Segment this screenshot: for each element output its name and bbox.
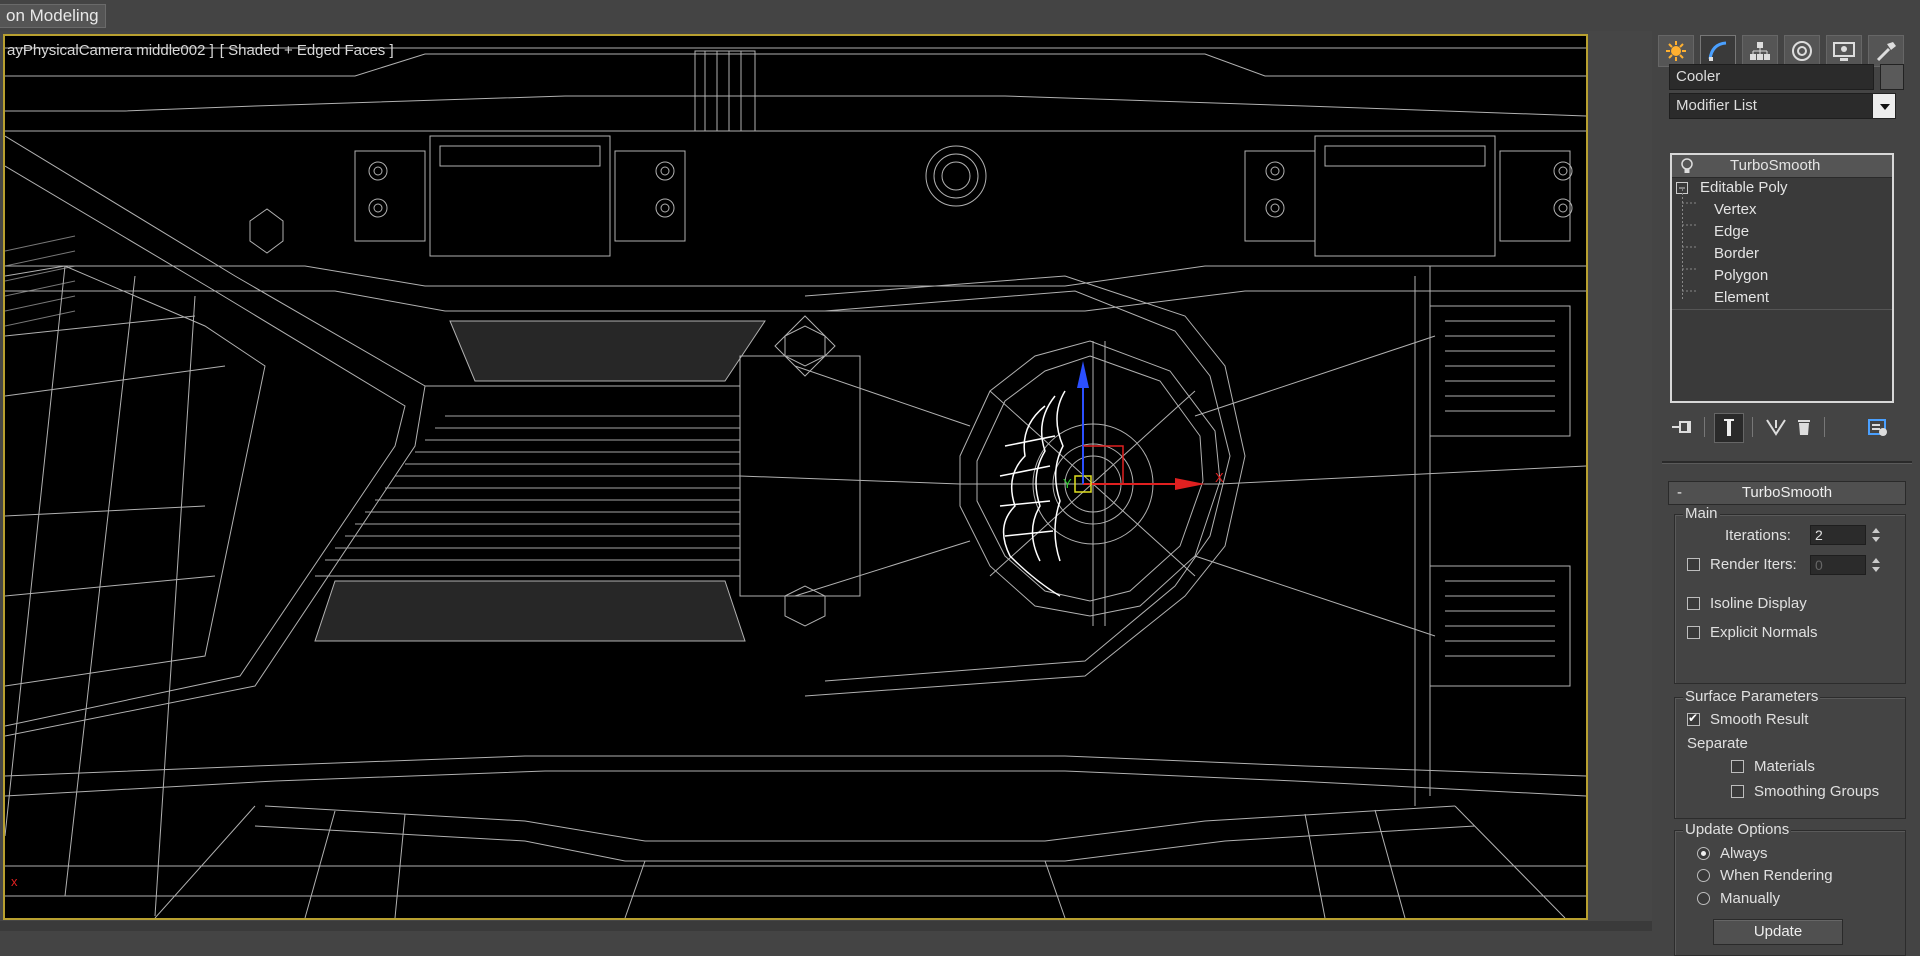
stack-item-vertex[interactable]: Vertex (1672, 199, 1892, 221)
stack-item-editable-poly[interactable]: Editable Poly (1672, 177, 1892, 199)
make-unique-button[interactable] (1762, 413, 1790, 441)
motion-icon (1792, 41, 1812, 61)
ribbon-tab-modeling[interactable]: on Modeling (0, 4, 106, 28)
lightbulb-icon[interactable] (1680, 158, 1694, 174)
tab-modify[interactable] (1700, 35, 1736, 67)
render-iters-spinner[interactable] (1869, 555, 1883, 575)
explicit-normals-checkbox[interactable] (1687, 626, 1700, 639)
remove-modifier-button[interactable] (1790, 413, 1818, 441)
pin-stack-button[interactable] (1668, 413, 1696, 441)
stack-item-edge[interactable]: Edge (1672, 221, 1892, 243)
modifier-stack: TurboSmooth Editable Poly Vertex Edge Bo… (1670, 153, 1894, 403)
gizmo-x-label: X (1215, 470, 1224, 485)
stack-item-label: Vertex (1714, 201, 1757, 218)
configure-modifier-sets-button[interactable] (1864, 413, 1892, 441)
modify-icon (1708, 41, 1727, 61)
display-icon (1833, 42, 1855, 61)
update-when-rendering-label: When Rendering (1720, 867, 1833, 884)
trash-icon (1798, 420, 1810, 435)
camera-viewport[interactable]: ayPhysicalCamera middle002 ] [ Shaded + E… (3, 34, 1588, 920)
render-iters-label: Render Iters: (1710, 556, 1797, 573)
turbosmooth-rollout-header[interactable]: - TurboSmooth (1668, 481, 1906, 505)
transform-gizmo: Y X (1063, 361, 1224, 493)
object-name-field[interactable]: Cooler (1669, 64, 1874, 90)
stack-toolbar (1668, 413, 1900, 443)
update-always-label: Always (1720, 845, 1768, 862)
utilities-icon (1876, 42, 1896, 62)
surface-parameters-group: Surface Parameters Smooth Result Separat… (1674, 688, 1906, 819)
hierarchy-icon (1750, 42, 1770, 60)
stack-item-element[interactable]: Element (1672, 287, 1892, 310)
ribbon-bar: on Modeling (0, 0, 1920, 32)
panel-divider (1662, 461, 1912, 464)
viewport-area: ayPhysicalCamera middle002 ] [ Shaded + E… (0, 31, 1652, 921)
toolbar-separator (1704, 417, 1705, 437)
rollout-collapse-toggle[interactable]: - (1677, 482, 1682, 504)
isoline-display-label: Isoline Display (1710, 595, 1807, 612)
pin-icon (1672, 421, 1691, 433)
stack-item-label: TurboSmooth (1730, 157, 1821, 174)
end-result-icon (1724, 419, 1734, 436)
update-always-radio[interactable] (1697, 847, 1710, 860)
tab-create[interactable] (1658, 35, 1694, 67)
corner-axis-label: x (11, 874, 18, 889)
stack-item-polygon[interactable]: Polygon (1672, 265, 1892, 287)
main-group: Main Iterations: 2 Render Iters: 0 Isoli… (1674, 505, 1906, 684)
command-panel: Cooler Modifier List TurboSmooth Editabl… (1652, 31, 1920, 956)
iterations-input[interactable]: 2 (1810, 525, 1866, 545)
render-iters-checkbox[interactable] (1687, 558, 1700, 571)
render-iters-input[interactable]: 0 (1810, 555, 1866, 575)
main-group-label: Main (1683, 505, 1720, 523)
update-button[interactable]: Update (1713, 919, 1843, 945)
update-manually-radio[interactable] (1697, 892, 1710, 905)
object-color-swatch[interactable] (1880, 64, 1904, 90)
iterations-spinner[interactable] (1869, 525, 1883, 545)
isoline-display-checkbox[interactable] (1687, 597, 1700, 610)
stack-item-border[interactable]: Border (1672, 243, 1892, 265)
tab-display[interactable] (1826, 35, 1862, 67)
modifier-list-dropdown[interactable]: Modifier List (1669, 93, 1882, 119)
toolbar-separator (1824, 417, 1825, 437)
materials-label: Materials (1754, 758, 1815, 775)
modifier-list-arrow[interactable] (1872, 93, 1896, 119)
separate-label: Separate (1687, 735, 1748, 752)
stack-item-turbosmooth[interactable]: TurboSmooth (1672, 155, 1892, 178)
viewport-label: ayPhysicalCamera middle002 ] [ Shaded + E… (7, 42, 400, 59)
surface-parameters-label: Surface Parameters (1683, 688, 1821, 706)
stack-item-label: Editable Poly (1700, 179, 1788, 196)
update-options-group: Update Options Always When Rendering Man… (1674, 821, 1906, 956)
toolbar-separator (1752, 417, 1753, 437)
rollout-title: TurboSmooth (1741, 484, 1833, 501)
wireframe-scene[interactable]: Y X x (5, 36, 1586, 918)
gizmo-y-label: Y (1063, 476, 1072, 491)
stack-item-label: Edge (1714, 223, 1750, 240)
materials-checkbox[interactable] (1731, 760, 1744, 773)
viewport-shading-label[interactable]: [ Shaded + Edged Faces ] (220, 42, 394, 59)
smooth-result-label: Smooth Result (1710, 711, 1809, 728)
make-unique-icon (1766, 419, 1786, 436)
update-when-rendering-radio[interactable] (1697, 869, 1710, 882)
show-end-result-button[interactable] (1714, 413, 1744, 443)
tab-motion[interactable] (1784, 35, 1820, 67)
explicit-normals-label: Explicit Normals (1710, 624, 1818, 641)
tab-utilities[interactable] (1868, 35, 1904, 67)
viewport-camera-label[interactable]: ayPhysicalCamera middle002 ] (7, 42, 214, 59)
stack-item-label: Element (1714, 289, 1770, 306)
configure-icon (1868, 419, 1887, 436)
iterations-label: Iterations: (1725, 527, 1791, 544)
smoothing-groups-label: Smoothing Groups (1754, 783, 1880, 800)
stack-item-label: Border (1714, 245, 1760, 262)
create-icon (1666, 41, 1686, 61)
tab-hierarchy[interactable] (1742, 35, 1778, 67)
update-options-label: Update Options (1683, 821, 1792, 839)
smoothing-groups-checkbox[interactable] (1731, 785, 1744, 798)
smooth-result-checkbox[interactable] (1687, 711, 1700, 726)
update-manually-label: Manually (1720, 890, 1781, 907)
status-strip (0, 921, 1652, 931)
stack-item-label: Polygon (1714, 267, 1769, 284)
